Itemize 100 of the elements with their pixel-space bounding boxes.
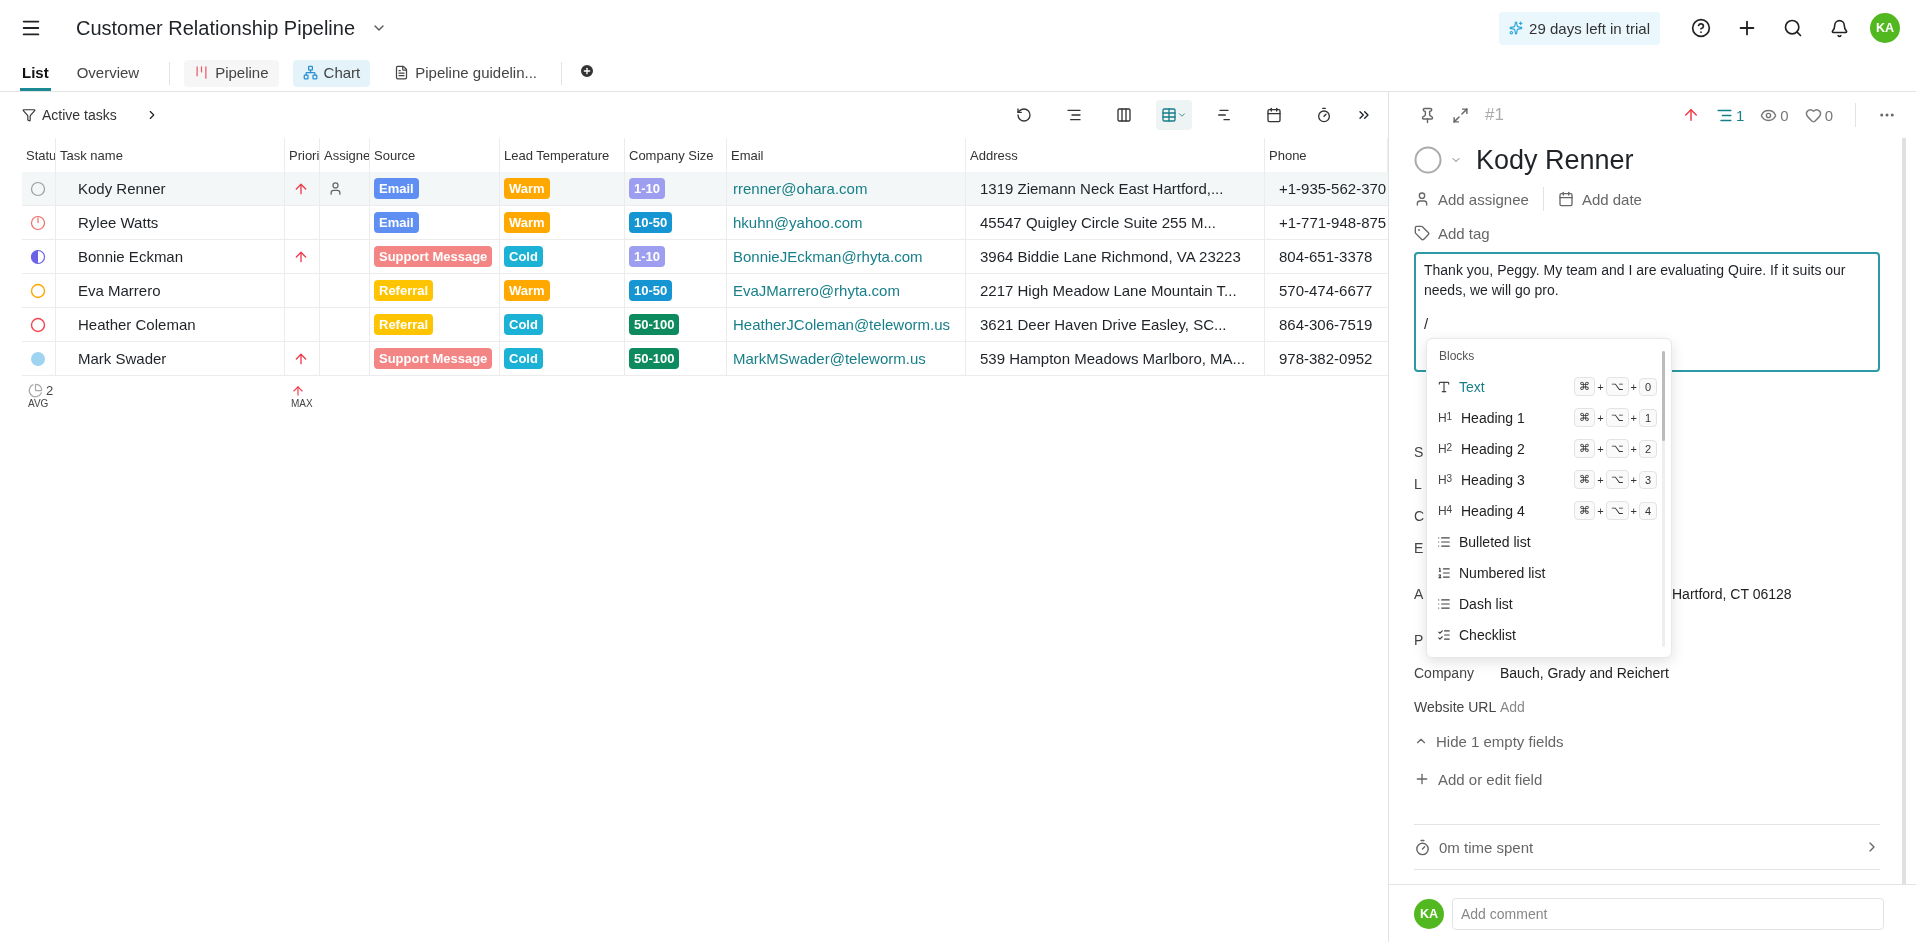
menu-item[interactable]: Dash list [1427, 588, 1671, 620]
table-cell: 45547 Quigley Circle Suite 255 M... [980, 214, 1216, 231]
email-link[interactable]: BonnieJEckman@rhyta.com [733, 248, 923, 265]
comment-field[interactable]: Add comment [1452, 897, 1884, 930]
timeline-icon[interactable] [1216, 107, 1232, 123]
view-tab[interactable]: Pipeline [184, 60, 279, 87]
source-tag: Support Message [374, 348, 493, 369]
pin-icon[interactable] [1419, 106, 1436, 124]
table-cell: 864-306-7519 [1279, 316, 1373, 333]
table-cell: 3964 Biddie Lane Richmond, VA 23223 [980, 248, 1241, 265]
timer-icon [1414, 838, 1431, 856]
table-cell: 978-382-0952 [1279, 350, 1373, 367]
shortcut-key: ⌥ [1605, 470, 1629, 490]
menu-item[interactable]: Text ⌘ + ⌥ + 0 [1427, 371, 1671, 403]
task-name[interactable]: Kody Renner [56, 172, 285, 206]
task-name[interactable]: Heather Coleman [56, 308, 285, 342]
trial-badge[interactable]: 29 days left in trial [1499, 11, 1660, 45]
scrollbar-thumb[interactable] [1662, 351, 1665, 441]
temperature-tag: Cold [504, 348, 543, 369]
shortcut-key: ⌥ [1605, 439, 1629, 459]
search-icon[interactable] [1783, 18, 1803, 38]
task-name[interactable]: Bonnie Eckman [56, 240, 285, 274]
temperature-tag: Warm [504, 280, 550, 301]
tag-icon [1414, 225, 1430, 241]
list-icon [1437, 597, 1451, 612]
pie-icon [28, 383, 43, 398]
table-cell: 2217 High Meadow Lane Mountain T... [980, 282, 1237, 299]
email-link[interactable]: EvaJMarrero@rhyta.com [733, 282, 900, 299]
field-label: C [1414, 508, 1425, 524]
outline-icon[interactable] [1066, 107, 1082, 123]
heart-icon [1804, 106, 1822, 124]
shortcut-key: 2 [1639, 439, 1657, 458]
bell-icon[interactable] [1829, 18, 1849, 38]
status-icon[interactable] [30, 316, 46, 333]
table-cell: +1-935-562-370 [1279, 180, 1387, 197]
user-avatar: KA [1414, 898, 1444, 929]
add-assignee-button[interactable]: Add assignee [1414, 190, 1529, 208]
plus-sign: + [1630, 380, 1637, 393]
add-view-icon[interactable] [579, 63, 595, 79]
status-icon[interactable] [30, 248, 46, 265]
email-link[interactable]: MarkMSwader@teleworm.us [733, 350, 926, 367]
table-cell: 3621 Deer Haven Drive Easley, SC... [980, 316, 1227, 333]
calendar-icon [1557, 191, 1574, 207]
email-link[interactable]: hkuhn@yahoo.com [733, 214, 863, 231]
task-name[interactable]: Mark Swader [56, 342, 285, 376]
document-icon [394, 64, 410, 80]
table-cell: 570-474-6677 [1279, 282, 1373, 299]
task-name[interactable]: Rylee Watts [56, 206, 285, 240]
undo-icon[interactable] [1016, 107, 1032, 123]
summary-caption: MAX [291, 397, 314, 409]
table-cell: 1319 Ziemann Neck East Hartford,... [980, 180, 1224, 197]
table-view-button[interactable] [1156, 100, 1192, 130]
status-icon[interactable] [30, 214, 46, 231]
trial-text: 29 days left in trial [1529, 19, 1650, 37]
task-title[interactable]: Kody Renner [1476, 144, 1634, 176]
temperature-tag: Cold [504, 314, 543, 335]
view-tab[interactable]: Chart [292, 60, 371, 87]
shortcut-key: ⌘ [1574, 408, 1596, 428]
menu-item[interactable]: Bulleted list [1427, 526, 1671, 558]
plus-sign: + [1630, 505, 1637, 517]
task-name[interactable]: Eva Marrero [56, 274, 285, 308]
timer-icon[interactable] [1316, 107, 1332, 123]
size-tag: 1-10 [629, 178, 666, 199]
field-value: Hartford, CT 06128 [1672, 586, 1792, 602]
likes-count[interactable]: 0 [1804, 106, 1833, 124]
table-cell: +1-771-948-875 [1279, 214, 1387, 231]
shortcut-key: ⌥ [1605, 501, 1629, 521]
field-label: P [1414, 632, 1424, 648]
priority-icon [291, 383, 305, 398]
source-tag: Email [374, 212, 419, 233]
email-link[interactable]: HeatherJColeman@teleworm.us [733, 316, 950, 333]
filter-button[interactable]: Active tasks [22, 107, 117, 123]
menu-item[interactable]: Checklist [1427, 619, 1671, 651]
temperature-tag: Warm [504, 178, 550, 199]
person-icon [1414, 191, 1430, 207]
help-icon[interactable] [1691, 18, 1711, 38]
calendar-icon[interactable] [1266, 107, 1282, 123]
plus-sign: + [1630, 411, 1637, 424]
checklist-icon [1437, 628, 1451, 643]
project-title[interactable]: Customer Relationship Pipeline [76, 16, 356, 40]
menu-item[interactable]: Numbered list [1427, 557, 1671, 589]
add-tag-button[interactable]: Add tag [1414, 224, 1490, 242]
view-tab[interactable]: Overview [74, 56, 142, 91]
add-value-link[interactable]: Add [1500, 699, 1525, 715]
subtasks-count[interactable]: 1 [1715, 106, 1745, 124]
filter-icon [22, 108, 36, 122]
hide-empty-fields-button[interactable]: Hide 1 empty fields [1414, 732, 1564, 750]
assignee-icon[interactable] [328, 181, 343, 196]
board-icon[interactable] [1116, 107, 1132, 123]
watchers-count[interactable]: 0 [1760, 106, 1789, 124]
caret-icon [1177, 110, 1187, 120]
view-tab[interactable]: Pipeline guidelin... [384, 60, 547, 87]
field-label: A [1414, 586, 1424, 602]
add-field-button[interactable]: Add or edit field [1414, 770, 1543, 788]
text-icon [1437, 379, 1451, 394]
add-date-button[interactable]: Add date [1557, 190, 1642, 208]
time-spent-row[interactable]: 0m time spent [1414, 825, 1880, 869]
size-tag: 50-100 [629, 348, 680, 369]
plus-sign: + [1630, 473, 1637, 486]
view-tab[interactable]: List [20, 56, 51, 91]
